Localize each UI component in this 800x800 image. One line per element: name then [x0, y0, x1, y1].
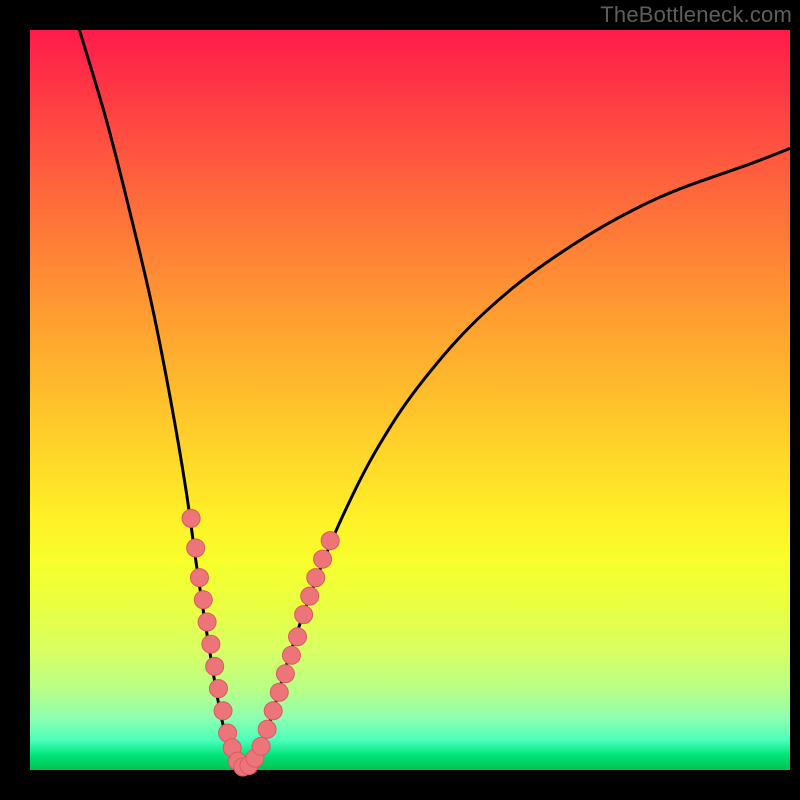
data-marker	[321, 532, 339, 550]
right-curve	[243, 148, 790, 770]
data-marker	[295, 606, 313, 624]
data-marker	[270, 683, 288, 701]
data-marker	[289, 628, 307, 646]
data-marker	[264, 702, 282, 720]
data-marker	[307, 569, 325, 587]
data-marker	[187, 539, 205, 557]
chart-frame: TheBottleneck.com	[0, 0, 800, 800]
data-marker	[206, 657, 224, 675]
data-marker	[252, 737, 270, 755]
data-marker	[282, 646, 300, 664]
data-marker	[202, 635, 220, 653]
marker-group	[182, 509, 339, 776]
curve-layer	[30, 30, 790, 770]
data-marker	[194, 591, 212, 609]
data-marker	[198, 613, 216, 631]
plot-area	[30, 30, 790, 770]
data-marker	[301, 587, 319, 605]
watermark-text: TheBottleneck.com	[600, 2, 792, 28]
data-marker	[190, 569, 208, 587]
data-marker	[276, 665, 294, 683]
data-marker	[258, 720, 276, 738]
data-marker	[209, 680, 227, 698]
data-marker	[214, 702, 232, 720]
data-marker	[182, 509, 200, 527]
data-marker	[314, 550, 332, 568]
